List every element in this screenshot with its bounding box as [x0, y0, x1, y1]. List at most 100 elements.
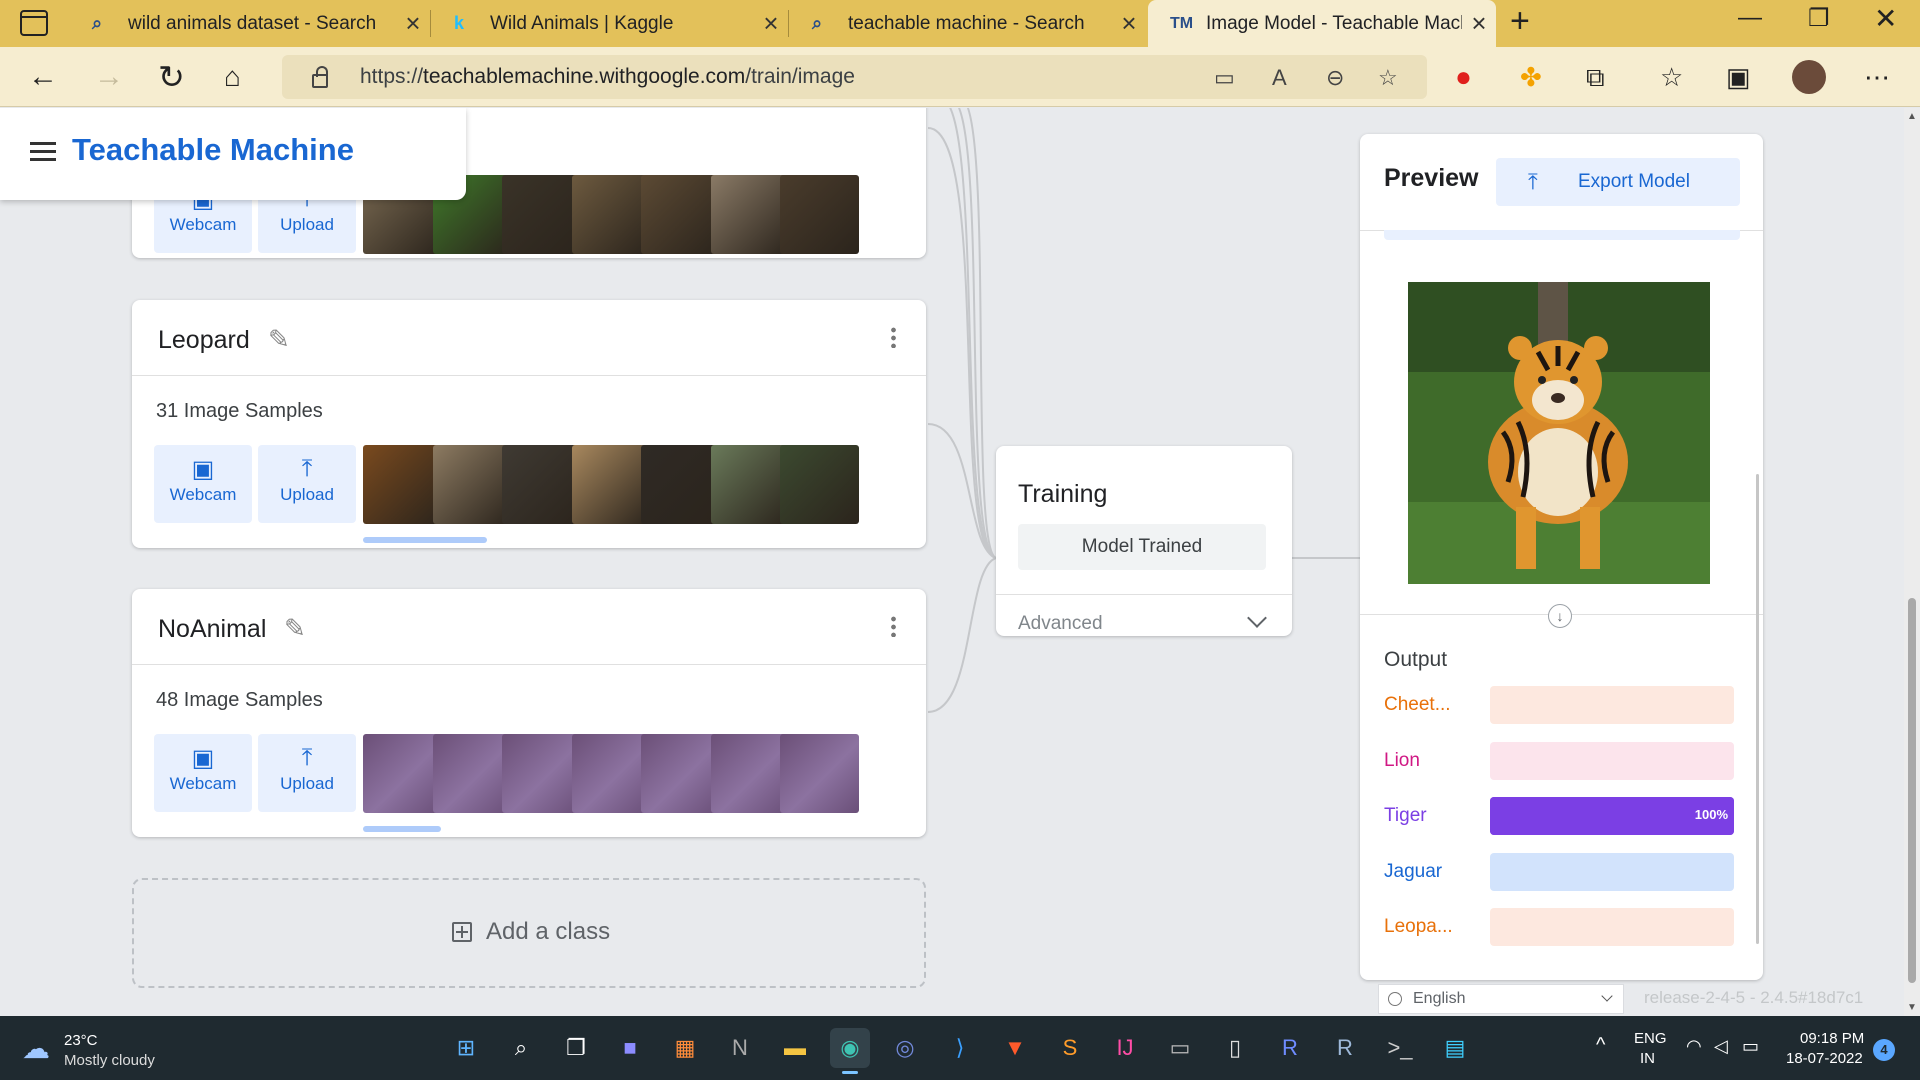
- scroll-up-icon[interactable]: ▲: [1907, 111, 1917, 122]
- add-class-button[interactable]: Add a class: [132, 878, 926, 988]
- search-icon[interactable]: ⌕: [501, 1028, 541, 1068]
- scrollbar-thumb[interactable]: [1908, 598, 1916, 983]
- advanced-toggle[interactable]: Advanced: [996, 594, 1292, 636]
- clock-time[interactable]: 09:18 PM: [1800, 1030, 1864, 1047]
- chevron-up-icon[interactable]: ^: [1596, 1034, 1605, 1057]
- notion-icon[interactable]: N: [720, 1028, 760, 1068]
- avatar[interactable]: [1792, 60, 1826, 94]
- close-window-icon[interactable]: ✕: [1874, 2, 1897, 35]
- sample-thumbnail[interactable]: [641, 445, 720, 524]
- sample-thumbnail[interactable]: [363, 734, 442, 813]
- sample-thumbnail[interactable]: [780, 445, 859, 524]
- sample-thumbnail[interactable]: [780, 175, 859, 254]
- vscode-icon[interactable]: ⟩: [940, 1028, 980, 1068]
- battery-icon[interactable]: ▭: [1742, 1036, 1759, 1057]
- more-options-icon[interactable]: [891, 326, 896, 348]
- input-source-bar[interactable]: [1384, 230, 1740, 240]
- input-language[interactable]: ENG: [1634, 1030, 1667, 1047]
- sublime-icon[interactable]: S: [1050, 1028, 1090, 1068]
- chat-icon[interactable]: ■: [610, 1028, 650, 1068]
- webcam-button[interactable]: ▣ Webcam: [154, 445, 252, 523]
- tab-actions-icon[interactable]: [20, 10, 48, 36]
- clock-date[interactable]: 18-07-2022: [1786, 1050, 1863, 1067]
- webcam-button[interactable]: ▣ Webcam: [154, 734, 252, 812]
- notes-icon[interactable]: ▤: [1435, 1028, 1475, 1068]
- sample-thumbnail[interactable]: [363, 445, 442, 524]
- opera-icon[interactable]: ●: [1455, 57, 1472, 97]
- read-aloud-icon[interactable]: A: [1272, 65, 1287, 91]
- sample-thumbnail[interactable]: [641, 175, 720, 254]
- sample-thumbnail[interactable]: [432, 734, 512, 813]
- sample-thumbnail[interactable]: [641, 734, 720, 813]
- sample-thumbnail[interactable]: [571, 175, 651, 254]
- input-region[interactable]: IN: [1640, 1050, 1655, 1067]
- weather-description[interactable]: Mostly cloudy: [64, 1052, 155, 1069]
- scroll-down-icon[interactable]: ▼: [1907, 1002, 1917, 1013]
- upload-button[interactable]: ⤒ Upload: [258, 445, 356, 523]
- notification-badge[interactable]: 4: [1873, 1039, 1895, 1061]
- sample-thumbnail[interactable]: [502, 175, 581, 254]
- terminal-icon[interactable]: >_: [1380, 1028, 1420, 1068]
- add-favorite-icon[interactable]: ☆: [1378, 65, 1398, 91]
- zoom-out-icon[interactable]: ⊖: [1326, 65, 1344, 91]
- sample-thumbnail[interactable]: [780, 734, 859, 813]
- intellij-icon[interactable]: IJ: [1105, 1028, 1145, 1068]
- class-name[interactable]: NoAnimal: [158, 615, 266, 644]
- address-bar[interactable]: https://teachablemachine.withgoogle.com/…: [282, 55, 1427, 99]
- file-explorer-icon[interactable]: ▬: [775, 1028, 815, 1068]
- r-icon[interactable]: R: [1270, 1028, 1310, 1068]
- camera-icon[interactable]: ▭: [1214, 65, 1235, 91]
- tab-wild-animals-search[interactable]: ⌕ wild animals dataset - Search ×: [70, 0, 430, 47]
- start-icon[interactable]: ⊞: [446, 1028, 486, 1068]
- volume-icon[interactable]: ◁: [1714, 1036, 1728, 1057]
- more-icon[interactable]: ⋯: [1864, 57, 1890, 97]
- edge-icon[interactable]: ◉: [830, 1028, 870, 1074]
- wifi-icon[interactable]: ◠: [1686, 1036, 1702, 1057]
- home-icon[interactable]: ⌂: [224, 57, 241, 97]
- tab-image-model[interactable]: TM Image Model - Teachable Machin ×: [1148, 0, 1496, 47]
- weather-temperature[interactable]: 23°C: [64, 1032, 98, 1049]
- tab-teachable-search[interactable]: ⌕ teachable machine - Search ×: [790, 0, 1146, 47]
- tab-kaggle[interactable]: k Wild Animals | Kaggle ×: [432, 0, 788, 47]
- collections-icon[interactable]: ▣: [1726, 57, 1751, 97]
- sample-thumbnail[interactable]: [502, 445, 581, 524]
- close-icon[interactable]: ×: [754, 8, 788, 39]
- notepad-icon[interactable]: ▯: [1215, 1028, 1255, 1068]
- discord-icon[interactable]: ◎: [885, 1028, 925, 1068]
- forward-icon[interactable]: →: [94, 57, 124, 97]
- menu-icon[interactable]: [30, 142, 56, 162]
- export-model-button[interactable]: ⤒ Export Model: [1496, 158, 1740, 206]
- url-text[interactable]: https://teachablemachine.withgoogle.com/…: [360, 65, 855, 89]
- app-logo[interactable]: Teachable Machine: [72, 132, 354, 168]
- thumbnail-scrollbar[interactable]: [363, 826, 441, 832]
- sample-thumbnail[interactable]: [502, 734, 581, 813]
- upload-button[interactable]: ⤒ Upload: [258, 734, 356, 812]
- sample-thumbnail[interactable]: [710, 175, 790, 254]
- page-scrollbar[interactable]: ▲ ▼: [1904, 108, 1920, 1016]
- task-view-icon[interactable]: ❐: [556, 1028, 596, 1068]
- sample-thumbnail[interactable]: [432, 445, 512, 524]
- lock-icon[interactable]: [312, 66, 328, 88]
- store-icon[interactable]: ▦: [665, 1028, 705, 1068]
- close-icon[interactable]: ×: [1112, 8, 1146, 39]
- brave-icon[interactable]: ▼: [995, 1028, 1035, 1068]
- restore-icon[interactable]: ❐: [1808, 4, 1830, 33]
- pencil-icon[interactable]: ✎: [268, 324, 290, 355]
- close-icon[interactable]: ×: [396, 8, 430, 39]
- cloud-sun-icon[interactable]: ☁: [22, 1032, 50, 1065]
- extensions-icon[interactable]: ⧉: [1586, 57, 1605, 97]
- sample-thumbnail[interactable]: [571, 445, 651, 524]
- sample-thumbnail[interactable]: [571, 734, 651, 813]
- more-options-icon[interactable]: [891, 615, 896, 637]
- refresh-icon[interactable]: ↻: [158, 57, 185, 97]
- class-name[interactable]: Leopard: [158, 326, 250, 355]
- close-icon[interactable]: ×: [1462, 8, 1496, 39]
- minimize-icon[interactable]: —: [1738, 4, 1762, 32]
- rstudio-icon[interactable]: R: [1325, 1028, 1365, 1068]
- sample-thumbnail[interactable]: [710, 445, 790, 524]
- language-select[interactable]: English: [1378, 984, 1624, 1014]
- preview-scrollbar[interactable]: [1756, 474, 1759, 944]
- sample-thumbnail[interactable]: [710, 734, 790, 813]
- thumbnail-scrollbar[interactable]: [363, 537, 487, 543]
- new-tab-button[interactable]: +: [1510, 2, 1530, 41]
